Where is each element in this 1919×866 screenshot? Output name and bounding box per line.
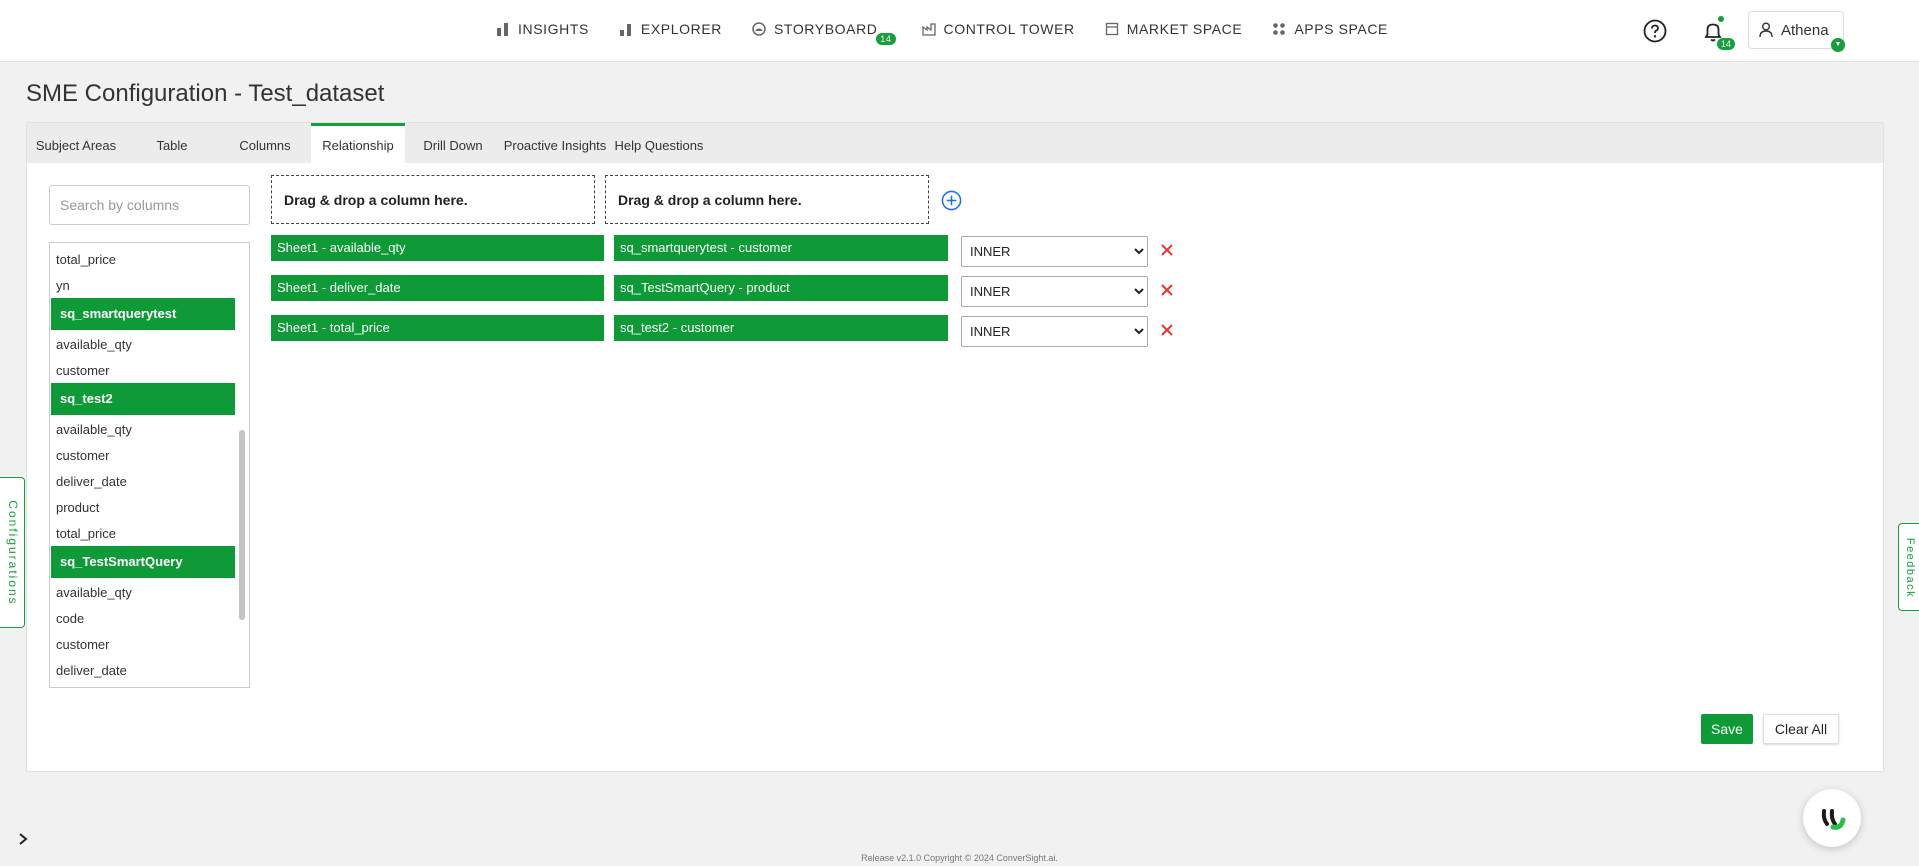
relationship-left-column[interactable]: Sheet1 - available_qty xyxy=(271,235,604,261)
user-menu[interactable]: Athena xyxy=(1748,11,1844,49)
join-type-select[interactable]: INNER xyxy=(961,236,1148,267)
list-item[interactable]: available_qty xyxy=(50,585,236,600)
storyboard-badge: 14 xyxy=(876,33,896,45)
bar-chart-small-icon xyxy=(619,24,631,36)
apps-grid-icon xyxy=(1273,23,1286,35)
bar-chart-icon xyxy=(497,23,508,36)
list-group-header[interactable]: sq_TestSmartQuery xyxy=(51,546,235,578)
user-name: Athena xyxy=(1781,21,1829,39)
search-input[interactable] xyxy=(49,185,250,225)
nav-storyboard-label: STORYBOARD xyxy=(773,21,878,37)
relationship-right-column[interactable]: sq_TestSmartQuery - product xyxy=(614,275,948,301)
list-item[interactable]: customer xyxy=(50,448,236,463)
user-dropdown-caret-icon[interactable]: ▼ xyxy=(1831,38,1845,52)
page-title: SME Configuration - Test_dataset xyxy=(26,80,385,107)
add-relationship-icon[interactable] xyxy=(941,190,962,211)
nav-control-tower-label: CONTROL TOWER xyxy=(943,21,1075,37)
tab-relationship[interactable]: Relationship xyxy=(311,123,405,163)
list-item[interactable]: total_price xyxy=(50,526,236,541)
save-button[interactable]: Save xyxy=(1701,714,1753,744)
tab-help-questions[interactable]: Help Questions xyxy=(609,123,709,163)
help-icon[interactable] xyxy=(1643,19,1667,43)
nav-insights-label: INSIGHTS xyxy=(518,21,589,37)
dropzone-right[interactable]: Drag & drop a column here. xyxy=(605,175,929,224)
feedback-side-tab[interactable]: Feedback xyxy=(1898,523,1919,611)
nav-apps-space-label: APPS SPACE xyxy=(1294,21,1388,37)
tab-bar: Subject Areas Table Columns Relationship… xyxy=(27,123,1883,163)
tab-subject-areas[interactable]: Subject Areas xyxy=(27,123,125,163)
list-item[interactable]: deliver_date xyxy=(50,474,236,489)
configurations-side-tab[interactable]: Configurations xyxy=(0,477,25,628)
nav-apps-space[interactable]: APPS SPACE xyxy=(1272,21,1388,37)
storyboard-icon xyxy=(752,22,766,36)
chat-assistant-button[interactable] xyxy=(1803,789,1861,847)
nav-explorer-label: EXPLORER xyxy=(640,21,722,37)
delete-relationship-icon[interactable] xyxy=(1160,283,1174,297)
list-item[interactable]: code xyxy=(50,611,236,626)
tab-columns[interactable]: Columns xyxy=(219,123,311,163)
feedback-label: Feedback xyxy=(1904,537,1916,599)
column-list-scrollbar[interactable] xyxy=(239,430,245,620)
tab-drill-down[interactable]: Drill Down xyxy=(405,123,501,163)
list-item[interactable]: total_price xyxy=(50,252,236,267)
main-nav: INSIGHTS EXPLORER STORYBOARD 14 CONTROL … xyxy=(496,0,1418,58)
tab-proactive-insights[interactable]: Proactive Insights xyxy=(501,123,609,163)
dropzone-left[interactable]: Drag & drop a column here. xyxy=(271,175,595,224)
nav-control-tower[interactable]: CONTROL TOWER xyxy=(921,21,1075,37)
list-item[interactable]: deliver_date xyxy=(50,663,236,678)
column-list: total_price yn sq_smartquerytest availab… xyxy=(49,242,250,688)
delete-relationship-icon[interactable] xyxy=(1160,323,1174,337)
relationship-right-column[interactable]: sq_smartquerytest - customer xyxy=(614,235,948,261)
list-item[interactable]: product xyxy=(50,500,236,515)
nav-storyboard[interactable]: STORYBOARD 14 xyxy=(752,21,896,45)
store-icon xyxy=(1105,22,1118,36)
relationship-right-column[interactable]: sq_test2 - customer xyxy=(614,315,948,341)
footer-copyright: Release v2.1.0 Copyright © 2024 ConverSi… xyxy=(861,853,1058,863)
list-item[interactable]: customer xyxy=(50,363,236,378)
clear-all-button[interactable]: Clear All xyxy=(1763,714,1839,744)
join-type-select[interactable]: INNER xyxy=(961,316,1148,347)
tab-table[interactable]: Table xyxy=(125,123,219,163)
nav-market-space-label: MARKET SPACE xyxy=(1126,21,1243,37)
list-item[interactable]: available_qty xyxy=(50,337,236,352)
relationship-left-column[interactable]: Sheet1 - total_price xyxy=(271,315,604,341)
chevron-right-icon[interactable] xyxy=(16,832,30,846)
factory-icon xyxy=(921,23,936,36)
configurations-label: Configurations xyxy=(6,500,20,606)
top-navbar: INSIGHTS EXPLORER STORYBOARD 14 CONTROL … xyxy=(0,0,1919,62)
assistant-logo-icon xyxy=(1821,809,1846,830)
list-group-header[interactable]: sq_smartquerytest xyxy=(51,298,235,330)
list-item[interactable]: available_qty xyxy=(50,422,236,437)
nav-insights[interactable]: INSIGHTS xyxy=(496,21,589,37)
user-icon xyxy=(1759,22,1773,38)
notification-badge: 14 xyxy=(1717,38,1736,50)
join-type-select[interactable]: INNER xyxy=(961,276,1148,307)
nav-explorer[interactable]: EXPLORER xyxy=(619,21,722,37)
notification-dot xyxy=(1718,16,1724,22)
list-item[interactable]: customer xyxy=(50,637,236,652)
list-item[interactable]: yn xyxy=(50,278,236,293)
list-group-header[interactable]: sq_test2 xyxy=(51,383,235,415)
relationship-left-column[interactable]: Sheet1 - deliver_date xyxy=(271,275,604,301)
nav-market-space[interactable]: MARKET SPACE xyxy=(1105,21,1243,37)
delete-relationship-icon[interactable] xyxy=(1160,243,1174,257)
